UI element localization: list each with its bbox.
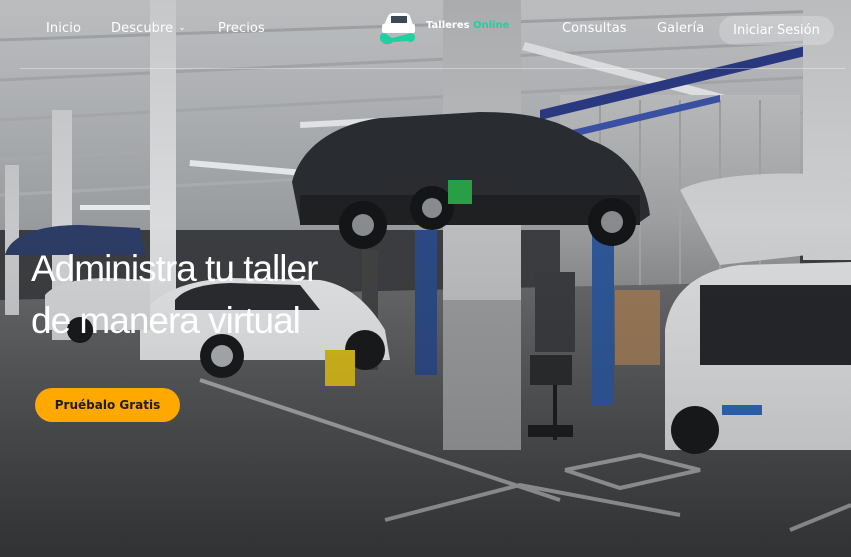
hero-section: Inicio Descubre ⌄ Precios Talleres Online… xyxy=(0,0,851,557)
car-wrench-icon xyxy=(380,13,416,45)
nav-link-inicio[interactable]: Inicio xyxy=(46,21,81,36)
nav-divider xyxy=(20,68,845,69)
nav-link-consultas[interactable]: Consultas xyxy=(562,21,627,36)
site-logo[interactable]: Talleres Online xyxy=(378,11,518,45)
chevron-down-icon: ⌄ xyxy=(178,23,186,33)
hero-headline: Administra tu taller de manera virtual xyxy=(31,243,451,347)
try-free-button[interactable]: Pruébalo Gratis xyxy=(35,388,180,422)
login-button[interactable]: Iniciar Sesión xyxy=(719,16,834,45)
hero-headline-line-2: de manera virtual xyxy=(31,300,301,341)
top-navigation: Inicio Descubre ⌄ Precios Talleres Online… xyxy=(0,0,851,62)
nav-link-descubre[interactable]: Descubre ⌄ xyxy=(111,21,186,36)
site-logo-text: Talleres Online xyxy=(426,20,509,31)
logo-name-accent: Online xyxy=(473,20,510,31)
nav-link-descubre-label: Descubre xyxy=(111,21,174,36)
nav-link-precios[interactable]: Precios xyxy=(218,21,265,36)
logo-name-main: Talleres xyxy=(426,20,470,31)
nav-link-galeria[interactable]: Galería xyxy=(657,21,704,36)
hero-headline-line-1: Administra tu taller xyxy=(31,248,318,289)
